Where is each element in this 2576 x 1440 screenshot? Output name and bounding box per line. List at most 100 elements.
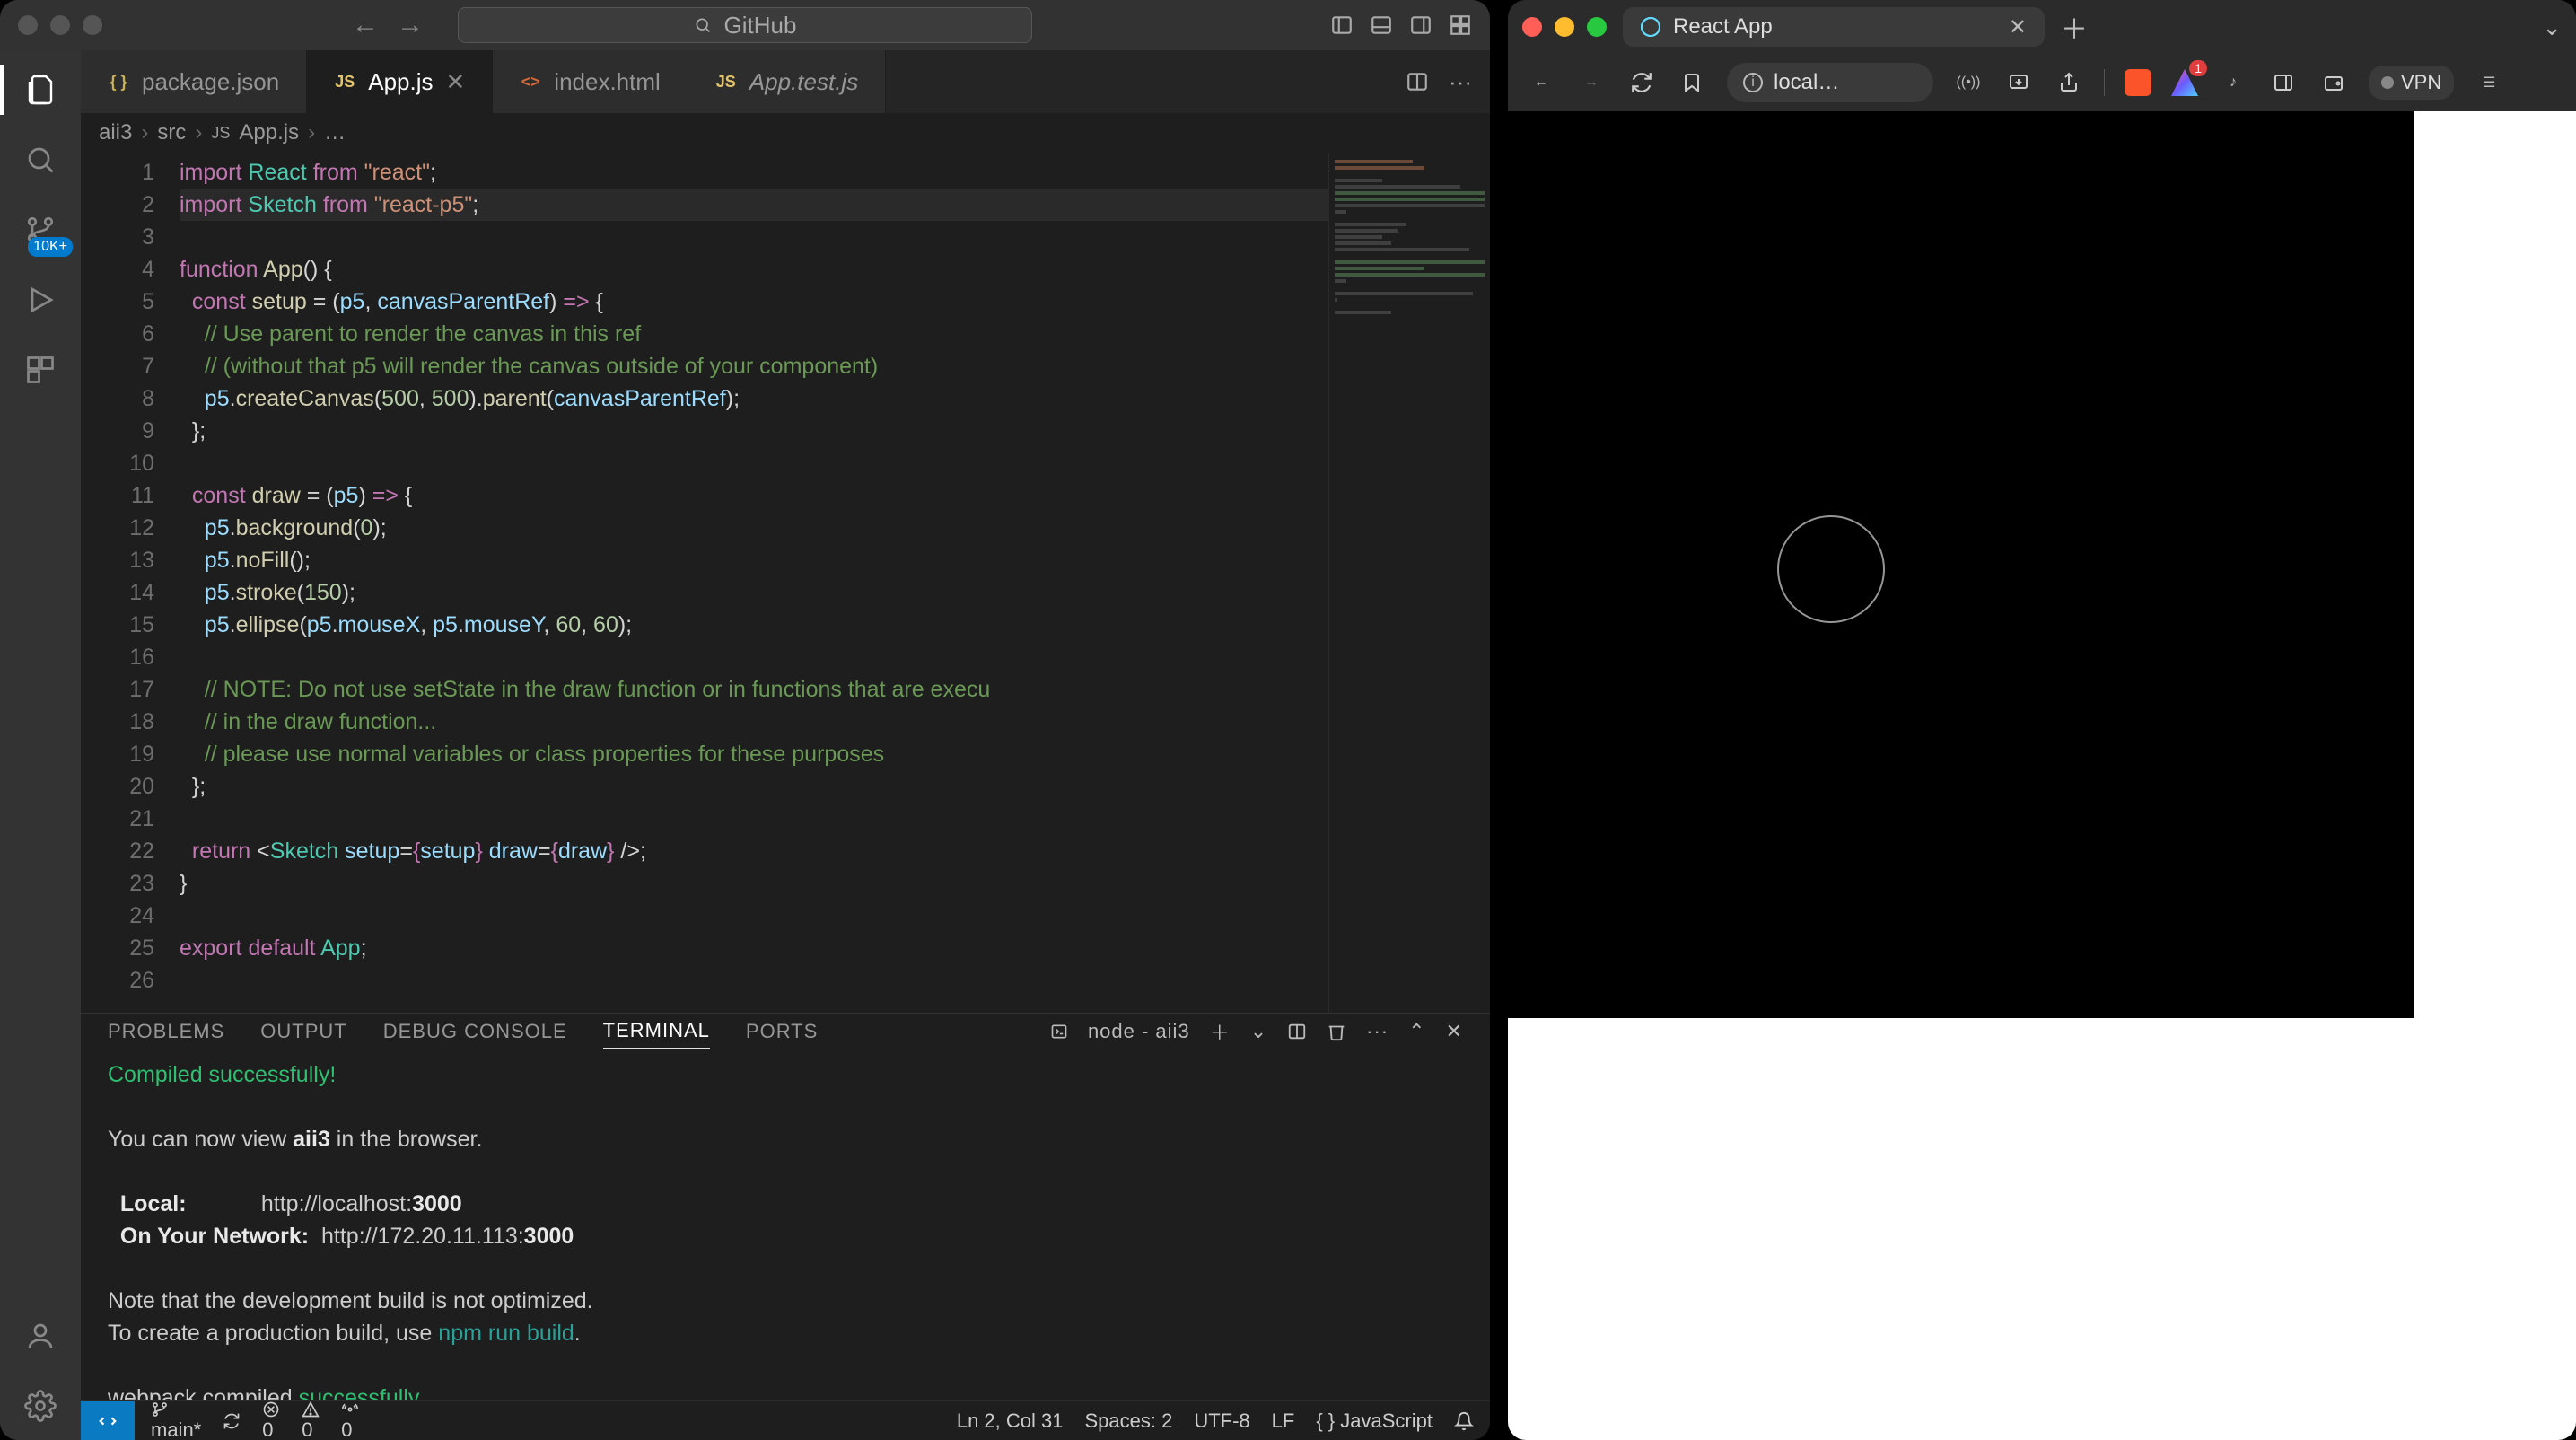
panel-tab-problems[interactable]: PROBLEMS [108,1014,224,1049]
traffic-max[interactable] [83,15,102,35]
status-right: Ln 2, Col 31 Spaces: 2 UTF-8 LF { } Java… [941,1409,1490,1433]
terminal-dropdown-icon[interactable]: ⌄ [1250,1020,1267,1043]
panel-tab-debug-console[interactable]: DEBUG CONSOLE [383,1014,567,1049]
nav-forward-icon[interactable]: → [1576,67,1607,98]
close-tab-icon[interactable]: ✕ [2009,14,2027,40]
nav-back-icon[interactable]: ← [1526,67,1556,98]
command-center-label: GitHub [724,12,797,40]
layout-customize-icon[interactable] [1449,13,1472,37]
react-icon [1641,17,1660,37]
status-errors[interactable]: 0 [262,1400,280,1440]
js-file-icon: JS [334,71,355,92]
sync-icon[interactable] [223,1412,241,1430]
status-eol[interactable]: LF [1272,1409,1295,1433]
layout-sidebar-left-icon[interactable] [1330,13,1354,37]
activity-extensions[interactable] [19,348,62,391]
close-tab-icon[interactable]: ✕ [446,68,466,96]
editor-tab[interactable]: { }package.json [81,50,307,113]
account-icon [24,1320,57,1352]
code-content[interactable]: import React from "react";import Sketch … [180,153,1490,1013]
command-center[interactable]: GitHub [458,7,1032,43]
editor-tab[interactable]: JSApp.test.js [688,50,886,113]
browser-tab[interactable]: React App ✕ [1623,7,2045,47]
status-warnings[interactable]: 0 [302,1400,320,1440]
panel-tab-terminal[interactable]: TERMINAL [603,1014,710,1049]
vpn-button[interactable]: VPN [2369,66,2454,100]
search-icon [694,16,712,34]
panel-tab-ports[interactable]: PORTS [746,1014,818,1049]
line-gutter: 1234567891011121314151617181920212223242… [81,153,180,1013]
activity-accounts[interactable] [19,1314,62,1357]
editor-area[interactable]: 1234567891011121314151617181920212223242… [81,153,1490,1013]
nav-forward-icon[interactable]: → [397,10,424,40]
brave-rewards-icon[interactable]: 1 [2171,69,2198,96]
split-terminal-icon[interactable] [1287,1022,1307,1041]
close-panel-icon[interactable]: ✕ [1446,1020,1463,1043]
traffic-close[interactable] [1522,17,1542,37]
media-icon[interactable]: ♪ [2218,67,2248,98]
more-actions-icon[interactable]: ··· [1449,68,1472,96]
activity-settings[interactable] [19,1384,62,1427]
sidebar-icon[interactable] [2268,67,2299,98]
breadcrumb-segment[interactable]: … [324,120,346,145]
remote-indicator[interactable] [81,1401,135,1440]
p5-canvas[interactable] [1508,111,2414,1018]
traffic-max[interactable] [1587,17,1607,37]
url-bar[interactable]: i local… [1727,63,1933,102]
editor-tab[interactable]: <>index.html [493,50,688,113]
status-spaces[interactable]: Spaces: 2 [1084,1409,1172,1433]
breadcrumb-segment[interactable]: App.js [239,120,299,145]
tab-overflow-icon[interactable]: ⌄ [2542,13,2562,41]
browser-viewport [1508,111,2576,1440]
activity-run-debug[interactable] [19,278,62,321]
browser-toolbar: ← → i local… ((•)) 1 ♪ VPN [1508,54,2576,111]
layout-panel-bottom-icon[interactable] [1370,13,1393,37]
minimap[interactable] [1328,153,1490,1013]
terminal-task-label[interactable]: node - aii3 [1088,1020,1190,1043]
traffic-close[interactable] [18,15,38,35]
breadcrumb-segment[interactable]: src [157,120,186,145]
vpn-status-dot [2381,76,2394,89]
new-tab-button[interactable]: ＋ [2061,7,2088,47]
status-encoding[interactable]: UTF-8 [1194,1409,1249,1433]
brave-shields-icon[interactable] [2125,69,2151,96]
bookmark-icon[interactable] [1677,67,1707,98]
kill-terminal-icon[interactable] [1327,1022,1346,1041]
status-cursor[interactable]: Ln 2, Col 31 [957,1409,1064,1433]
maximize-panel-icon[interactable]: ⌃ [1408,1020,1425,1043]
traffic-min[interactable] [50,15,70,35]
hamburger-menu-icon[interactable]: ☰ [2474,67,2504,98]
tab-label: package.json [142,68,279,96]
status-lang[interactable]: { } JavaScript [1316,1409,1433,1433]
panel-tabs: PROBLEMS OUTPUT DEBUG CONSOLE TERMINAL PORTS… [81,1014,1490,1049]
tab-label: App.js [368,68,433,96]
status-branch[interactable]: main* [151,1400,201,1440]
split-editor-icon[interactable] [1406,70,1429,93]
remote-icon [98,1411,118,1431]
scm-badge: 10K+ [28,237,73,257]
browser-traffic-lights [1522,17,1607,37]
share-icon[interactable] [2054,67,2084,98]
breadcrumb[interactable]: aii3›src›JSApp.js›… [81,113,1490,153]
live-reload-icon[interactable]: ((•)) [1953,67,1984,98]
activity-explorer[interactable] [19,68,62,111]
traffic-min[interactable] [1555,17,1574,37]
layout-sidebar-right-icon[interactable] [1409,13,1433,37]
site-info-icon[interactable]: i [1743,73,1763,92]
activity-source-control[interactable]: 10K+ [19,208,62,251]
new-terminal-icon[interactable]: ＋ [1210,1017,1231,1046]
wallet-icon[interactable] [2318,67,2349,98]
activity-search[interactable] [19,138,62,181]
breadcrumb-segment[interactable]: aii3 [99,120,132,145]
terminal-task-icon [1050,1023,1068,1040]
editor-actions: ··· [1388,50,1490,113]
panel-more-icon[interactable]: ··· [1366,1020,1389,1043]
install-app-icon[interactable] [2003,67,2034,98]
reload-icon[interactable] [1626,67,1657,98]
editor-tab[interactable]: JS App.js ✕ [307,50,493,113]
notifications-icon[interactable] [1454,1411,1474,1431]
terminal-output[interactable]: Compiled successfully! You can now view … [81,1049,1490,1440]
status-ports[interactable]: 0 [341,1400,359,1440]
panel-tab-output[interactable]: OUTPUT [260,1014,346,1049]
nav-back-icon[interactable]: ← [352,10,379,40]
